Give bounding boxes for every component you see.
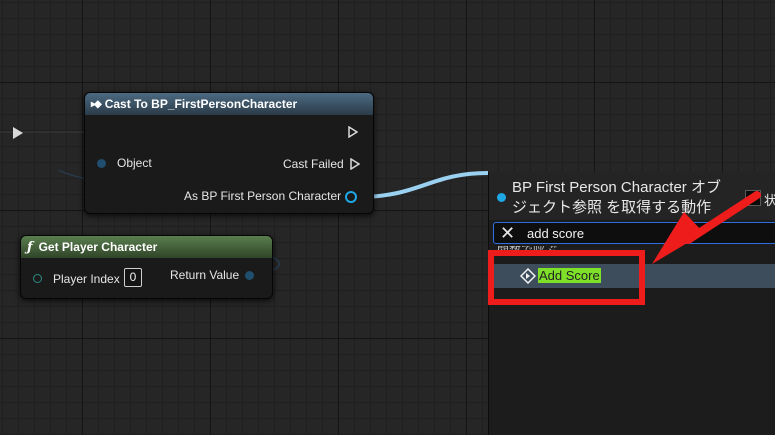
get-node-title: Get Player Character xyxy=(38,240,158,254)
cast-node-title: Cast To BP_FirstPersonCharacter xyxy=(104,97,298,111)
player-index-pin-icon[interactable] xyxy=(33,274,42,283)
as-character-pin-icon[interactable] xyxy=(345,191,357,203)
get-player-character-node[interactable]: ƒ Get Player Character xyxy=(20,235,273,299)
as-character-label: As BP First Person Character xyxy=(184,189,342,203)
exec-in-pin-icon[interactable] xyxy=(13,127,23,139)
object-reference-icon xyxy=(497,193,506,202)
cast-node-header[interactable]: ▸◆ Cast To BP_FirstPersonCharacter xyxy=(85,93,373,115)
cast-icon: ▸◆ xyxy=(91,98,102,110)
action-menu-title: BP First Person Character オブジェクト参照 を取得する… xyxy=(512,179,721,216)
return-value-pin-icon[interactable] xyxy=(245,271,254,280)
object-pin-label: Object xyxy=(117,156,152,170)
object-pin-icon[interactable] xyxy=(97,159,106,168)
highlight-annotation xyxy=(488,250,645,305)
cast-failed-pin-icon[interactable] xyxy=(350,158,360,170)
cast-failed-label: Cast Failed xyxy=(283,157,344,171)
context-sensitive-label: 状 xyxy=(764,193,775,208)
search-text: add score xyxy=(527,226,585,241)
player-index-label: Player Index xyxy=(53,272,120,286)
object-wire xyxy=(357,171,489,199)
action-search-input[interactable]: ✕ add score xyxy=(493,222,775,244)
return-value-label: Return Value xyxy=(170,268,240,282)
clear-search-icon[interactable]: ✕ xyxy=(500,222,515,244)
player-index-input[interactable]: 0 xyxy=(124,268,142,287)
action-menu-header: BP First Person Character オブジェクト参照 を取得する… xyxy=(489,172,775,220)
exec-out-pin-icon[interactable] xyxy=(348,126,358,138)
get-node-header[interactable]: ƒ Get Player Character xyxy=(21,236,272,258)
function-icon: ƒ xyxy=(27,239,33,255)
context-sensitive-checkbox[interactable] xyxy=(745,190,761,206)
